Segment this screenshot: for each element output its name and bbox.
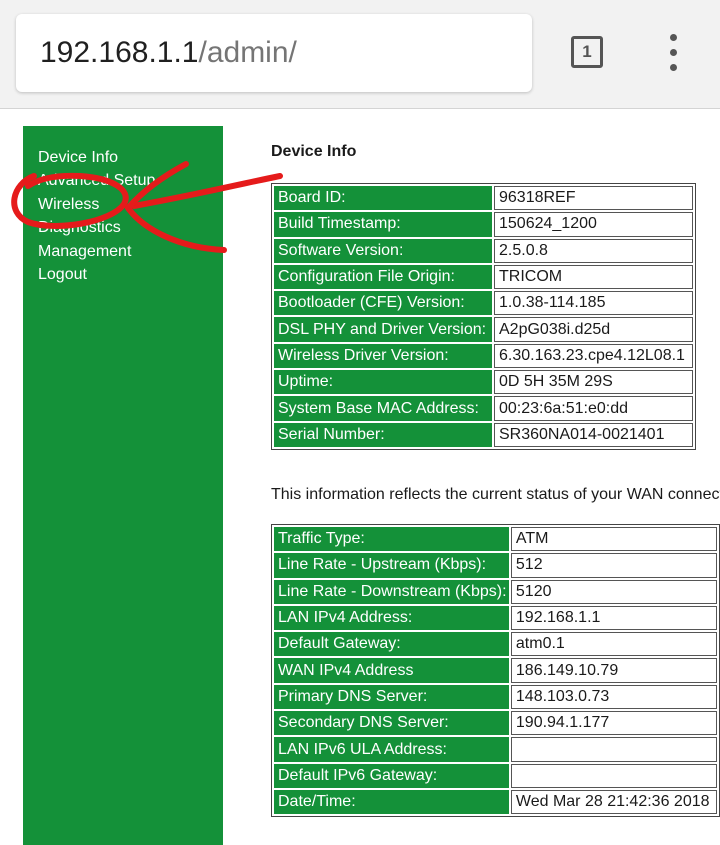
row-label: Date/Time: xyxy=(274,789,509,815)
row-label: Bootloader (CFE) Version: xyxy=(274,291,492,316)
sidebar-item-advanced-setup[interactable]: Advanced Setup xyxy=(38,169,155,192)
tab-count-label: 1 xyxy=(582,42,592,61)
url-path: /admin/ xyxy=(198,36,297,69)
row-value: TRICOM xyxy=(494,264,693,290)
row-label: Traffic Type: xyxy=(274,527,509,552)
wan-status-table: Traffic Type: ATM Line Rate - Upstream (K… xyxy=(271,524,720,818)
table-row: LAN IPv6 ULA Address: xyxy=(274,737,717,762)
sidebar-item-logout[interactable]: Logout xyxy=(38,263,155,286)
row-label: Board ID: xyxy=(274,186,492,211)
table-row: Build Timestamp: 150624_1200 xyxy=(274,212,693,237)
row-value: 0D 5H 35M 29S xyxy=(494,370,693,395)
browser-toolbar: 192.168.1.1/admin/ 1 xyxy=(0,0,720,109)
table-row: Bootloader (CFE) Version: 1.0.38-114.185 xyxy=(274,291,693,316)
table-row: Traffic Type: ATM xyxy=(274,527,717,552)
row-label: Serial Number: xyxy=(274,422,492,447)
device-info-table: Board ID: 96318REF Build Timestamp: 150624… xyxy=(271,183,696,450)
table-row: Configuration File Origin: TRICOM xyxy=(274,264,693,290)
row-value xyxy=(510,763,717,788)
table-row: Primary DNS Server: 148.103.0.73 xyxy=(274,684,717,710)
row-value: 186.149.10.79 xyxy=(510,658,717,683)
row-value: 5120 xyxy=(510,579,717,604)
row-label: Configuration File Origin: xyxy=(274,264,492,290)
sidebar-item-wireless[interactable]: Wireless xyxy=(38,193,155,216)
more-vert-icon[interactable] xyxy=(664,34,684,72)
table-row: Default IPv6 Gateway: xyxy=(274,763,717,788)
row-label: DSL PHY and Driver Version: xyxy=(274,317,492,342)
sidebar: Device Info Advanced Setup Wireless Diag… xyxy=(23,126,223,845)
table-row: Line Rate - Upstream (Kbps): 512 xyxy=(274,553,717,578)
table-row: Serial Number: SR360NA014-0021401 xyxy=(274,422,693,447)
table-row: Wireless Driver Version: 6.30.163.23.cpe4… xyxy=(274,343,693,369)
table-row: Date/Time: Wed Mar 28 21:42:36 2018 xyxy=(274,789,717,815)
row-label: LAN IPv4 Address: xyxy=(274,605,509,631)
row-value: 00:23:6a:51:e0:dd xyxy=(494,396,693,421)
row-value: 150624_1200 xyxy=(494,212,693,237)
table-row: Default Gateway: atm0.1 xyxy=(274,632,717,657)
row-value: 2.5.0.8 xyxy=(494,238,693,263)
row-label: Line Rate - Upstream (Kbps): xyxy=(274,553,509,578)
table-row: Board ID: 96318REF xyxy=(274,186,693,211)
row-value: 512 xyxy=(510,553,717,578)
row-label: LAN IPv6 ULA Address: xyxy=(274,737,509,762)
row-value xyxy=(510,737,717,762)
row-label: WAN IPv4 Address xyxy=(274,658,509,683)
sidebar-item-device-info[interactable]: Device Info xyxy=(38,146,155,169)
row-label: Secondary DNS Server: xyxy=(274,711,509,736)
table-row: LAN IPv4 Address: 192.168.1.1 xyxy=(274,605,717,631)
row-label: Default Gateway: xyxy=(274,632,509,657)
row-value: 192.168.1.1 xyxy=(510,605,717,631)
table-row: Uptime: 0D 5H 35M 29S xyxy=(274,370,693,395)
row-value: 6.30.163.23.cpe4.12L08.1 xyxy=(494,343,693,369)
row-label: Uptime: xyxy=(274,370,492,395)
row-value: ATM xyxy=(510,527,717,552)
table-row: DSL PHY and Driver Version: A2pG038i.d25d xyxy=(274,317,693,342)
tab-switcher-button[interactable]: 1 xyxy=(571,36,603,68)
row-value: atm0.1 xyxy=(510,632,717,657)
table-row: System Base MAC Address: 00:23:6a:51:e0:d… xyxy=(274,396,693,421)
row-value: 148.103.0.73 xyxy=(510,684,717,710)
row-label: Primary DNS Server: xyxy=(274,684,509,710)
table-row: Software Version: 2.5.0.8 xyxy=(274,238,693,263)
url-host: 192.168.1.1 xyxy=(40,36,199,69)
row-value: 96318REF xyxy=(494,186,693,211)
table-row: Line Rate - Downstream (Kbps): 5120 xyxy=(274,579,717,604)
row-label: Software Version: xyxy=(274,238,492,263)
table-row: Secondary DNS Server: 190.94.1.177 xyxy=(274,711,717,736)
row-value: A2pG038i.d25d xyxy=(494,317,693,342)
row-value: 1.0.38-114.185 xyxy=(494,291,693,316)
row-label: Line Rate - Downstream (Kbps): xyxy=(274,579,509,604)
row-label: Wireless Driver Version: xyxy=(274,343,492,369)
sidebar-item-management[interactable]: Management xyxy=(38,240,155,263)
row-value: SR360NA014-0021401 xyxy=(494,422,693,447)
sidebar-item-diagnostics[interactable]: Diagnostics xyxy=(38,216,155,239)
row-value: Wed Mar 28 21:42:36 2018 xyxy=(510,789,717,815)
wan-status-note: This information reflects the current st… xyxy=(271,486,720,503)
row-label: System Base MAC Address: xyxy=(274,396,492,421)
address-bar[interactable]: 192.168.1.1/admin/ xyxy=(16,14,532,92)
row-value: 190.94.1.177 xyxy=(510,711,717,736)
page-title: Device Info xyxy=(271,143,357,160)
table-row: WAN IPv4 Address 186.149.10.79 xyxy=(274,658,717,683)
row-label: Build Timestamp: xyxy=(274,212,492,237)
sidebar-menu: Device Info Advanced Setup Wireless Diag… xyxy=(38,146,155,286)
row-label: Default IPv6 Gateway: xyxy=(274,763,509,788)
